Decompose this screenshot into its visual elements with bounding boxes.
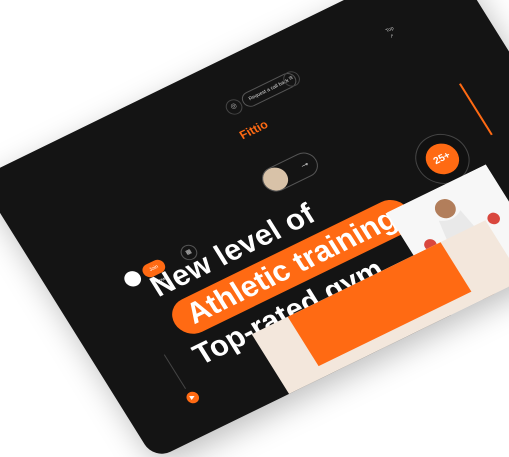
arrow-right-icon: → [296,156,313,172]
header-side-text: Top ↗ [385,19,414,41]
side-divider [163,354,187,389]
gym-machine [366,355,423,417]
play-icon[interactable]: ▶ [184,389,202,406]
left-circle-button[interactable] [121,268,145,290]
trainer-avatar-arrow[interactable]: → [256,148,323,196]
accent-bar [458,83,493,136]
gym-machine [316,367,375,432]
gym-machine [413,341,466,400]
brand-logo[interactable]: Fittio [237,117,271,142]
website-mockup-card: Top ↗ ◎ Request a call back ≡ Fittio Joi… [0,0,509,457]
gym-machine [457,325,506,380]
logo-text: Fittio [236,117,271,143]
badge-value: 25+ [419,138,466,180]
mockup-stage: Top ↗ ◎ Request a call back ≡ Fittio Joi… [0,0,509,457]
avatar [258,163,293,195]
